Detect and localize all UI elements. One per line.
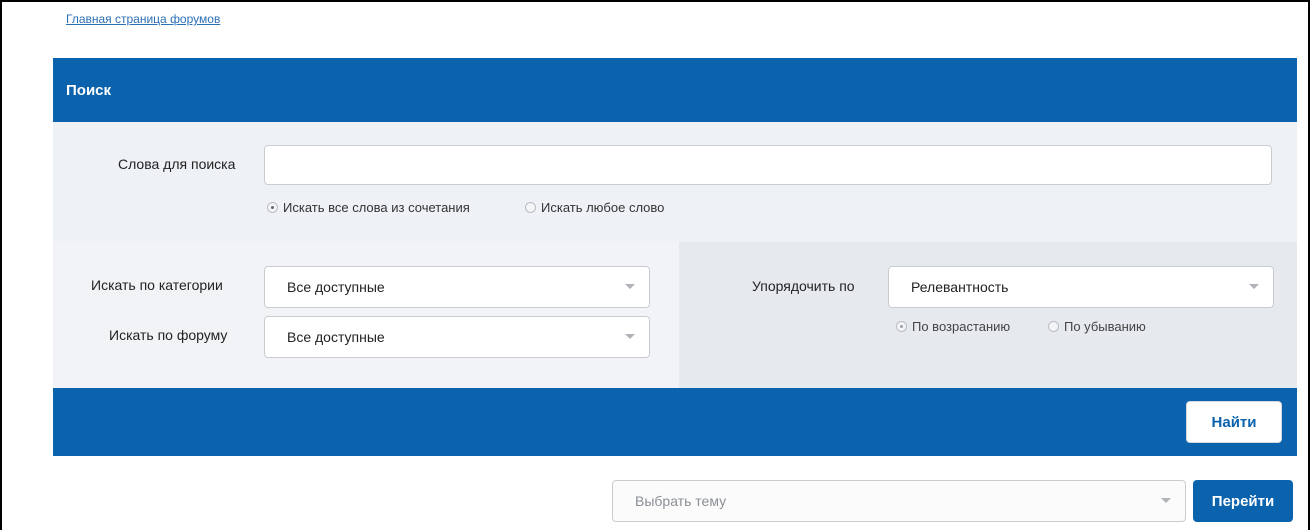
radio-all-words[interactable]: Искать все слова из сочетания: [267, 200, 470, 215]
forum-select[interactable]: Все доступные: [264, 316, 650, 358]
sort-select[interactable]: Релевантность: [888, 266, 1274, 308]
radio-ascending[interactable]: По возрастанию: [896, 319, 1010, 334]
radio-unselected-icon: [1048, 321, 1059, 332]
topic-select[interactable]: Выбрать тему: [612, 480, 1186, 522]
radio-any-word[interactable]: Искать любое слово: [525, 200, 664, 215]
find-button[interactable]: Найти: [1186, 401, 1282, 443]
go-button[interactable]: Перейти: [1193, 480, 1293, 522]
sort-select-value: Релевантность: [911, 279, 1009, 295]
search-words-label: Слова для поиска: [118, 156, 236, 172]
chevron-down-icon: [625, 334, 635, 339]
radio-selected-icon: [267, 202, 278, 213]
breadcrumb-home-link[interactable]: Главная страница форумов: [66, 12, 220, 26]
forum-label: Искать по форуму: [109, 327, 228, 343]
radio-all-words-label: Искать все слова из сочетания: [283, 200, 470, 215]
forum-select-value: Все доступные: [287, 329, 385, 345]
topic-select-placeholder: Выбрать тему: [635, 493, 727, 509]
search-panel-title: Поиск: [66, 82, 112, 99]
search-panel-footer: [53, 388, 1297, 456]
chevron-down-icon: [1249, 284, 1259, 289]
search-panel-header: [53, 58, 1297, 122]
category-select-value: Все доступные: [287, 279, 385, 295]
sort-section: [679, 242, 1297, 388]
category-label: Искать по категории: [91, 277, 223, 293]
search-words-input[interactable]: [264, 145, 1272, 185]
chevron-down-icon: [625, 284, 635, 289]
radio-any-word-label: Искать любое слово: [541, 200, 665, 215]
radio-ascending-label: По возрастанию: [912, 319, 1011, 334]
category-select[interactable]: Все доступные: [264, 266, 650, 308]
sort-label: Упорядочить по: [752, 278, 855, 294]
filters-section: [53, 242, 679, 388]
radio-unselected-icon: [525, 202, 536, 213]
radio-descending[interactable]: По убыванию: [1048, 319, 1146, 334]
radio-selected-icon: [896, 321, 907, 332]
chevron-down-icon: [1161, 498, 1171, 503]
radio-descending-label: По убыванию: [1064, 319, 1146, 334]
